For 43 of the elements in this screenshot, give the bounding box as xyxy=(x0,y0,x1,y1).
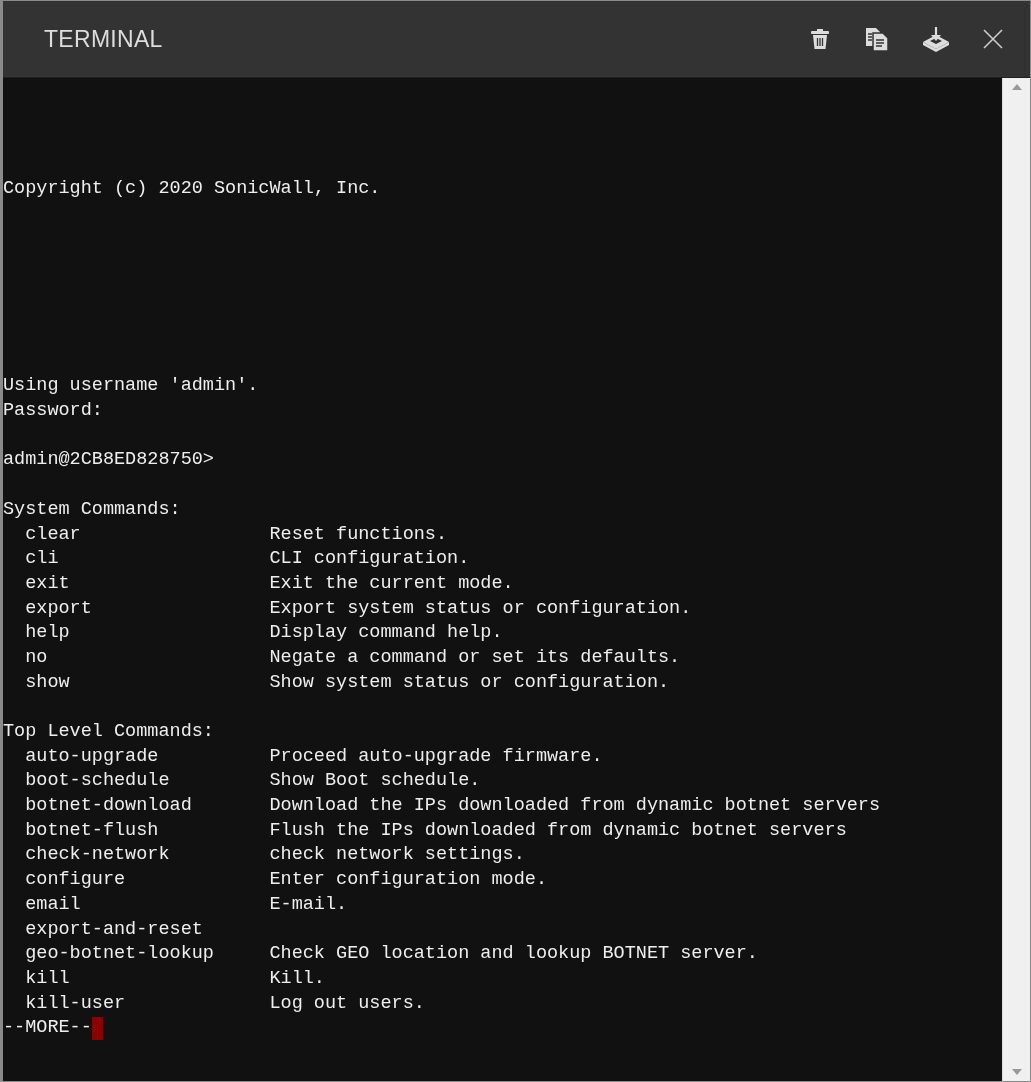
more-prompt: --MORE-- xyxy=(3,1016,92,1041)
command-description: Kill. xyxy=(269,966,325,991)
command-description: Show Boot schedule. xyxy=(269,769,481,794)
command-description: Enter configuration mode. xyxy=(269,868,547,893)
command-description: Display command help. xyxy=(269,621,503,646)
command-name: botnet-download xyxy=(24,794,193,819)
command-name: show xyxy=(24,670,71,695)
command-prompt: admin@2CB8ED828750> xyxy=(3,448,214,473)
command-name: exit xyxy=(24,571,71,596)
command-description: check network settings. xyxy=(269,843,525,868)
command-name: auto-upgrade xyxy=(24,744,160,769)
command-description: Check GEO location and lookup BOTNET server. xyxy=(269,942,758,967)
command-name: export-and-reset xyxy=(24,917,204,942)
command-name: no xyxy=(24,645,49,670)
login-line: Password: xyxy=(3,399,103,424)
command-name: email xyxy=(24,892,82,917)
command-name: check-network xyxy=(24,843,171,868)
command-name: kill-user xyxy=(24,991,127,1016)
command-description: Proceed auto-upgrade firmware. xyxy=(269,744,603,769)
command-description: Show system status or configuration. xyxy=(269,670,670,695)
command-description: E-mail. xyxy=(269,892,348,917)
command-description: Reset functions. xyxy=(269,522,448,547)
login-line: Using username 'admin'. xyxy=(3,374,259,399)
command-name: kill xyxy=(24,966,71,991)
command-description: Flush the IPs downloaded from dynamic botnet servers xyxy=(269,818,847,843)
command-name: botnet-flush xyxy=(24,818,160,843)
command-name: help xyxy=(24,621,71,646)
section-heading: System Commands: xyxy=(3,497,181,522)
command-description: Exit the current mode. xyxy=(269,571,514,596)
command-description: Download the IPs downloaded from dynamic botnet servers xyxy=(269,794,881,819)
command-description: Export system status or configuration. xyxy=(269,596,692,621)
command-description: Log out users. xyxy=(269,991,425,1016)
command-name: geo-botnet-lookup xyxy=(24,942,215,967)
command-name: export xyxy=(24,596,93,621)
window-title: TERMINAL xyxy=(44,25,164,53)
command-description: CLI configuration. xyxy=(269,547,470,572)
copyright-line: Copyright (c) 2020 SonicWall, Inc. xyxy=(3,176,381,201)
command-description: Negate a command or set its defaults. xyxy=(269,645,681,670)
section-heading: Top Level Commands: xyxy=(3,720,214,744)
command-name: cli xyxy=(24,547,60,572)
command-name: boot-schedule xyxy=(24,769,171,794)
command-name: clear xyxy=(24,522,82,547)
command-name: configure xyxy=(24,868,127,893)
